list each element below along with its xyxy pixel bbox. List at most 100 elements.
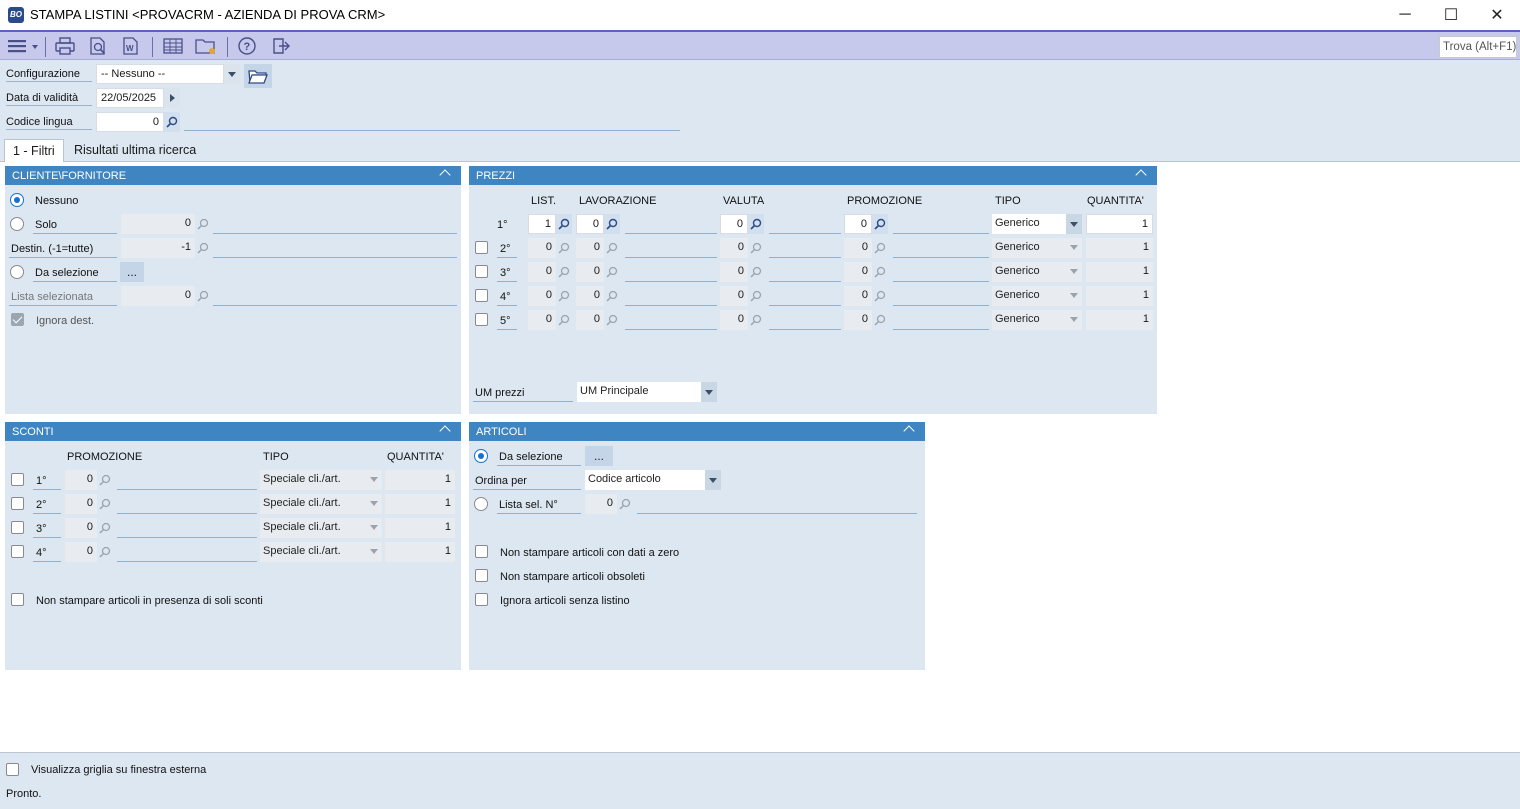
row-checkbox[interactable] xyxy=(11,497,24,510)
collapse-chevron-icon[interactable] xyxy=(903,425,915,437)
printer-icon[interactable] xyxy=(54,36,76,56)
search-icon[interactable] xyxy=(748,214,764,234)
lavorazione-field[interactable]: 0 xyxy=(576,214,604,234)
tipo-select[interactable]: Generico xyxy=(992,214,1082,234)
promozione-field: 0 xyxy=(844,262,872,282)
help-icon[interactable]: ? xyxy=(236,36,258,56)
open-folder-icon[interactable] xyxy=(244,64,272,88)
lavorazione-field: 0 xyxy=(576,262,604,282)
row-label: 1° xyxy=(36,475,47,487)
da-selezione-button[interactable]: ... xyxy=(585,446,613,466)
valuta-field[interactable]: 0 xyxy=(720,214,748,234)
configurazione-dropdown-button[interactable] xyxy=(224,64,240,84)
exit-icon[interactable] xyxy=(270,36,292,56)
chevron-down-icon[interactable] xyxy=(701,382,717,402)
word-export-icon[interactable]: W xyxy=(120,36,142,56)
collapse-chevron-icon[interactable] xyxy=(1135,169,1147,181)
da-selezione-button[interactable]: ... xyxy=(120,262,144,282)
search-icon xyxy=(604,286,620,306)
promozione-description xyxy=(893,281,989,282)
search-icon[interactable] xyxy=(604,214,620,234)
search-icon xyxy=(748,238,764,258)
da-selezione-label: Da selezione xyxy=(35,267,99,279)
destin-field[interactable]: -1 xyxy=(121,238,195,258)
list-field: 0 xyxy=(528,310,556,330)
grid-icon[interactable] xyxy=(162,36,184,56)
tipo-value: Speciale cli./art. xyxy=(263,545,341,557)
nessuno-label: Nessuno xyxy=(35,195,79,207)
codice-lingua-field[interactable]: 0 xyxy=(96,112,164,132)
lista-sel-radio[interactable] xyxy=(474,497,488,511)
dati-zero-checkbox[interactable] xyxy=(475,545,488,558)
visualizza-griglia-checkbox[interactable] xyxy=(6,763,19,776)
divider xyxy=(33,513,61,514)
tab-risultati[interactable]: Risultati ultima ricerca xyxy=(66,139,204,162)
col-valuta: VALUTA xyxy=(723,195,765,207)
search-icon xyxy=(872,238,888,258)
search-icon[interactable] xyxy=(195,238,211,258)
solo-field[interactable]: 0 xyxy=(121,214,195,234)
codice-lingua-description xyxy=(184,130,680,131)
app-icon: BO xyxy=(8,7,24,23)
panel-title: CLIENTE\FORNITORE xyxy=(12,170,127,182)
col-list: LIST. xyxy=(531,195,557,207)
menu-icon[interactable] xyxy=(5,36,41,56)
solo-radio[interactable] xyxy=(10,217,24,231)
divider xyxy=(497,329,517,330)
row-checkbox[interactable] xyxy=(11,473,24,486)
promozione-field[interactable]: 0 xyxy=(844,214,872,234)
search-icon xyxy=(195,286,211,306)
chevron-down-icon[interactable] xyxy=(705,470,721,490)
divider xyxy=(33,537,61,538)
close-button[interactable]: ✕ xyxy=(1474,0,1520,30)
search-icon[interactable] xyxy=(164,112,180,132)
row-checkbox[interactable] xyxy=(475,289,488,302)
configurazione-select[interactable]: -- Nessuno -- xyxy=(96,64,224,84)
collapse-chevron-icon[interactable] xyxy=(439,425,451,437)
chevron-down-icon xyxy=(1070,269,1078,274)
row-label: 4° xyxy=(36,547,47,559)
promozione-description xyxy=(117,537,257,538)
quantita-field[interactable]: 1 xyxy=(1086,214,1153,234)
nessuno-radio[interactable] xyxy=(10,193,24,207)
ordina-per-select[interactable]: Codice articolo xyxy=(585,470,721,490)
row-checkbox[interactable] xyxy=(475,265,488,278)
search-icon[interactable] xyxy=(195,214,211,234)
tipo-value: Generico xyxy=(995,313,1040,325)
obsoleti-checkbox[interactable] xyxy=(475,569,488,582)
collapse-chevron-icon[interactable] xyxy=(439,169,451,181)
row-checkbox[interactable] xyxy=(475,313,488,326)
articoli-panel: ARTICOLI Da selezione ... Ordina per Cod… xyxy=(469,422,925,670)
data-validita-field[interactable]: 22/05/2025 xyxy=(96,88,164,108)
lavorazione-description xyxy=(625,281,717,282)
search-icon[interactable] xyxy=(556,214,572,234)
row-checkbox[interactable] xyxy=(11,521,24,534)
da-selezione-radio[interactable] xyxy=(10,265,24,279)
tipo-value: Speciale cli./art. xyxy=(263,473,341,485)
lavorazione-field: 0 xyxy=(576,286,604,306)
list-field[interactable]: 1 xyxy=(528,214,556,234)
date-picker-button[interactable] xyxy=(164,88,180,108)
divider xyxy=(33,561,61,562)
tab-filtri[interactable]: 1 - Filtri xyxy=(4,139,64,162)
col-promozione: PROMOZIONE xyxy=(67,451,143,463)
list-field: 0 xyxy=(528,238,556,258)
da-selezione-radio[interactable] xyxy=(474,449,488,463)
quantita-field: 1 xyxy=(1086,238,1153,258)
folder-settings-icon[interactable] xyxy=(195,36,217,56)
chevron-down-icon xyxy=(370,549,378,554)
minimize-button[interactable]: ─ xyxy=(1382,0,1428,30)
maximize-button[interactable]: ☐ xyxy=(1428,0,1474,30)
chevron-down-icon xyxy=(370,525,378,530)
print-preview-icon[interactable] xyxy=(87,36,109,56)
search-icon[interactable] xyxy=(872,214,888,234)
non-stampare-sconti-checkbox[interactable] xyxy=(11,593,24,606)
senza-listino-checkbox[interactable] xyxy=(475,593,488,606)
quantita-field: 1 xyxy=(385,518,455,538)
row-checkbox[interactable] xyxy=(475,241,488,254)
row-checkbox[interactable] xyxy=(11,545,24,558)
um-prezzi-select[interactable]: UM Principale xyxy=(577,382,717,402)
panel-title: ARTICOLI xyxy=(476,426,527,438)
search-input[interactable]: Trova (Alt+F1) xyxy=(1439,36,1517,58)
chevron-down-icon[interactable] xyxy=(1066,214,1082,234)
